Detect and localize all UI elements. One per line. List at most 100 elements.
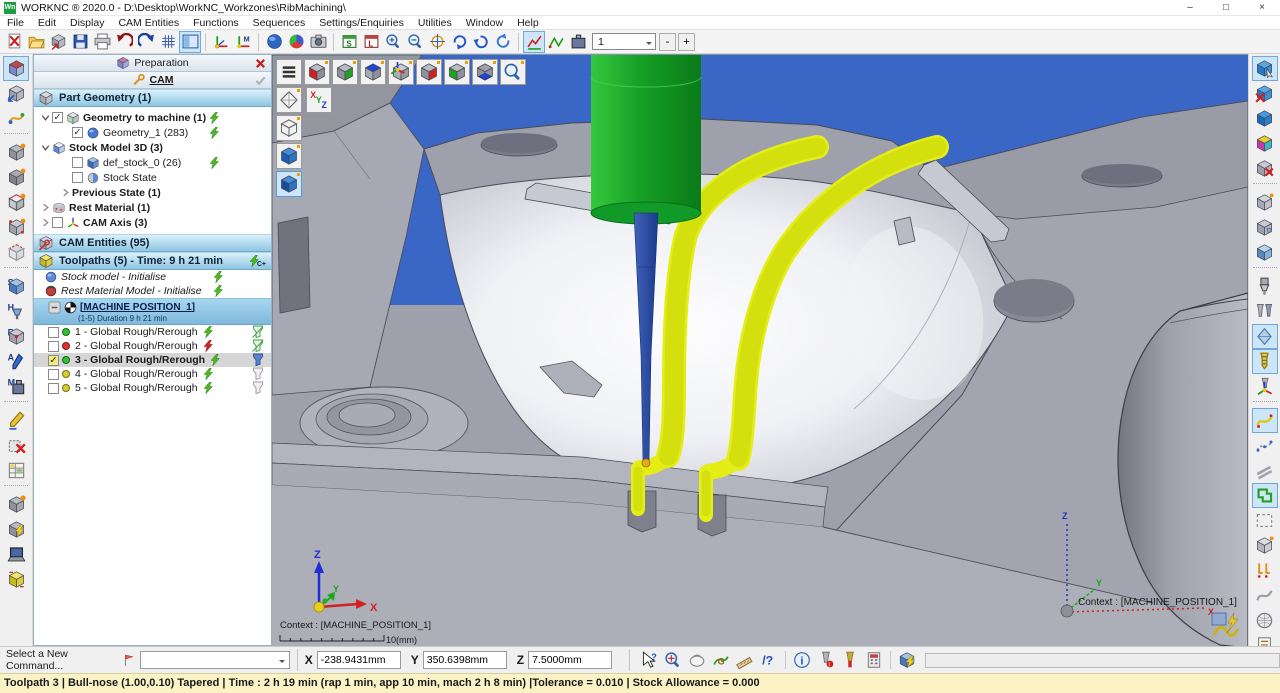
save-button[interactable] (69, 31, 91, 53)
zoom-lens-button[interactable] (500, 59, 526, 85)
eraser-button[interactable] (685, 648, 709, 672)
path-orange-button[interactable] (1252, 558, 1278, 583)
scene-3d[interactable]: Z X Y Context : [MACHINE_POSITION_1] 10(… (272, 55, 1248, 646)
zoom-out-button[interactable] (404, 31, 426, 53)
measure-button[interactable] (733, 648, 757, 672)
menu-cam-entities[interactable]: CAM Entities (111, 17, 186, 29)
rough-r-button[interactable]: R (3, 324, 29, 349)
cube-back-green-button[interactable] (444, 59, 470, 85)
tool-alarm-button[interactable]: ! (814, 648, 838, 672)
sim-stats-button[interactable] (523, 31, 545, 53)
material-sphere-button[interactable] (285, 31, 307, 53)
import-part-button[interactable] (47, 31, 69, 53)
toolpath-item-5[interactable]: 3 - Global Rough/Rerough (34, 353, 271, 367)
visibility-checkbox[interactable] (72, 172, 83, 183)
part-grey-button[interactable] (1252, 190, 1278, 215)
cursor-question-button[interactable]: ? (637, 648, 661, 672)
maximize-button[interactable]: □ (1208, 2, 1244, 13)
cube-delete-button[interactable] (1252, 81, 1278, 106)
toolpath-delete-button[interactable] (3, 433, 29, 458)
stock-yellow-button[interactable] (3, 567, 29, 592)
view-number-combo[interactable]: 1 (592, 33, 656, 50)
machine-m-button[interactable]: M (3, 374, 29, 399)
calculator-button[interactable] (862, 648, 886, 672)
view-front-button[interactable] (3, 165, 29, 190)
visibility-checkbox[interactable] (52, 217, 63, 228)
view-outline-button[interactable] (3, 190, 29, 215)
window-green-button[interactable]: S (338, 31, 360, 53)
wire-cube-button[interactable] (276, 115, 302, 141)
window-red-button[interactable]: L (360, 31, 382, 53)
part-star-button[interactable] (3, 492, 29, 517)
path-points-button[interactable] (1252, 433, 1278, 458)
move-entity-button[interactable] (3, 81, 29, 106)
tree-item-5[interactable]: Previous State (1) (34, 185, 271, 200)
x-coordinate-input[interactable] (317, 651, 401, 669)
view-iso-button[interactable] (3, 140, 29, 165)
collapse-icon[interactable] (40, 142, 51, 153)
laptop-button[interactable] (3, 542, 29, 567)
part-geometry-header[interactable]: Part Geometry (1) (34, 89, 271, 107)
cube-blue-button[interactable] (1252, 106, 1278, 131)
command-combo[interactable] (140, 651, 289, 669)
menu-sequences[interactable]: Sequences (246, 17, 313, 29)
toolpath-item-6[interactable]: 4 - Global Rough/Rerough (34, 367, 271, 381)
rotate-view-3-button[interactable] (492, 31, 514, 53)
toolpath-item-0[interactable]: Stock model - Initialise (34, 270, 271, 284)
visibility-checkbox[interactable] (72, 157, 83, 168)
zoom-in-button[interactable] (382, 31, 404, 53)
menu-window[interactable]: Window (459, 17, 510, 29)
machine-position-row[interactable]: [MACHINE POSITION_1](1-5) Duration 9 h 2… (34, 298, 271, 325)
toolpath-item-3[interactable]: 1 - Global Rough/Rerough (34, 325, 271, 339)
menu-functions[interactable]: Functions (186, 17, 246, 29)
minimize-button[interactable]: – (1172, 2, 1208, 13)
cube-blue-sel-button[interactable] (276, 171, 302, 197)
workzone-bolt-button[interactable] (895, 648, 919, 672)
region-dashed-button[interactable] (1252, 508, 1278, 533)
tool-pair-button[interactable] (1252, 299, 1278, 324)
rotate-view-1-button[interactable] (448, 31, 470, 53)
path-hand-button[interactable] (1252, 583, 1278, 608)
curves-button[interactable] (3, 106, 29, 131)
vp-menu-button[interactable] (276, 59, 302, 85)
path-yellow-button[interactable] (1252, 408, 1278, 433)
toolpaths-header[interactable]: Toolpaths (5) - Time: 9 h 21 min C+ (34, 252, 271, 270)
view-sphere-button[interactable] (263, 31, 285, 53)
part-bolt-button[interactable] (3, 517, 29, 542)
cube-remove-button[interactable] (1252, 156, 1278, 181)
sim-toolpath-button[interactable] (545, 31, 567, 53)
z-coordinate-input[interactable] (528, 651, 612, 669)
notes-button[interactable] (1252, 633, 1278, 646)
collapse-icon[interactable] (40, 112, 51, 123)
print-button[interactable] (91, 31, 113, 53)
expand-icon[interactable] (40, 202, 51, 213)
y-coordinate-input[interactable] (423, 651, 507, 669)
tree-item-2[interactable]: Stock Model 3D (3) (34, 140, 271, 155)
tree-item-1[interactable]: Geometry_1 (283) (34, 125, 271, 140)
pencil-a-button[interactable]: A (3, 349, 29, 374)
cube-face-red-button[interactable] (304, 59, 330, 85)
snapshot-button[interactable] (307, 31, 329, 53)
grid-button[interactable] (157, 31, 179, 53)
open-folder-button[interactable] (25, 31, 47, 53)
curve-g-button[interactable]: G (709, 648, 733, 672)
cube-pointer-button[interactable] (1252, 56, 1278, 81)
cube-top-blue-button[interactable] (360, 59, 386, 85)
part-blue-button[interactable] (1252, 240, 1278, 265)
undo-button[interactable] (113, 31, 135, 53)
cube-back-red-button[interactable] (416, 59, 442, 85)
slash-question-button[interactable]: /? (757, 648, 781, 672)
rotate-view-2-button[interactable] (470, 31, 492, 53)
tool-axis-button[interactable] (1252, 374, 1278, 399)
workzone-part-button[interactable] (3, 56, 29, 81)
viewport-layout-button[interactable] (179, 31, 201, 53)
zoom-point-button[interactable] (661, 648, 685, 672)
toolpath-pencil-button[interactable] (3, 408, 29, 433)
mesh-part-button[interactable] (1252, 533, 1278, 558)
viewport-3d[interactable]: Z X Y Context : [MACHINE_POSITION_1] 10(… (272, 54, 1248, 646)
menu-help[interactable]: Help (510, 17, 546, 29)
octahedron-button[interactable] (276, 87, 302, 113)
close-panel-icon[interactable] (254, 57, 267, 70)
toolpath-table-button[interactable] (3, 458, 29, 483)
stock-s-button[interactable]: S (3, 274, 29, 299)
